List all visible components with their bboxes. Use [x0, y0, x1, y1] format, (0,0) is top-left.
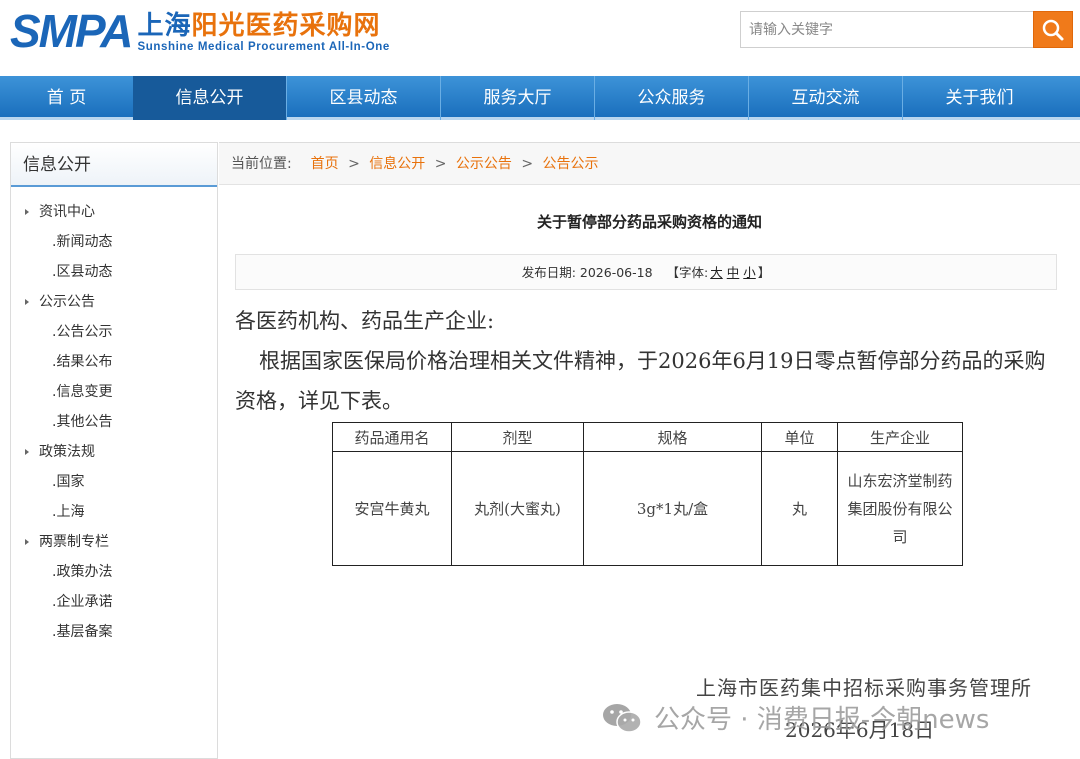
table-header: 单位 [761, 422, 838, 452]
article-meta: 发布日期: 2026-06-18 【字体: 大中小】 [235, 254, 1057, 290]
table-header: 剂型 [451, 422, 584, 452]
search-button[interactable] [1033, 11, 1073, 48]
nav-about-us[interactable]: 关于我们 [903, 76, 1056, 120]
sidebar-item-info-changes[interactable]: .信息变更 [11, 377, 217, 407]
sidebar-category-policies[interactable]: 政策法规 [11, 437, 217, 467]
sidebar-item-policy-measures[interactable]: .政策办法 [11, 557, 217, 587]
watermark-text: 公众号 · 消费日报-今朝news [654, 705, 990, 735]
table-cell: 丸剂(大蜜丸) [451, 451, 584, 566]
sidebar-item-notices[interactable]: .公告公示 [11, 317, 217, 347]
sidebar-menu: 资讯中心 .新闻动态 .区县动态 公示公告 .公告公示 .结果公布 .信息变更 … [11, 187, 217, 647]
triangle-right-icon [25, 449, 29, 455]
table-cell: 3g*1丸/盒 [583, 451, 762, 566]
breadcrumb-home[interactable]: 首页 [311, 156, 339, 172]
search-input[interactable] [740, 11, 1033, 48]
sidebar-item-results[interactable]: .结果公布 [11, 347, 217, 377]
table-row: 安宫牛黄丸 丸剂(大蜜丸) 3g*1丸/盒 丸 山东宏济堂制药集团股份有限公司 [332, 451, 963, 566]
sidebar: 信息公开 资讯中心 .新闻动态 .区县动态 公示公告 .公告公示 .结果公布 .… [10, 142, 218, 759]
breadcrumb-announcements[interactable]: 公示公告 [456, 156, 512, 172]
triangle-right-icon [25, 539, 29, 545]
publish-date-label: 发布日期: [521, 265, 576, 280]
breadcrumb-notices[interactable]: 公告公示 [543, 156, 599, 172]
sidebar-item-national[interactable]: .国家 [11, 467, 217, 497]
sidebar-item-enterprise-commitment[interactable]: .企业承诺 [11, 587, 217, 617]
main-nav: 首 页 信息公开 区县动态 服务大厅 公众服务 互动交流 关于我们 [0, 76, 1080, 120]
site-header: SMPA 上海阳光医药采购网 Sunshine Medical Procurem… [0, 0, 1080, 76]
sidebar-item-grassroots-filing[interactable]: .基层备案 [11, 617, 217, 647]
table-cell: 丸 [761, 451, 838, 566]
nav-district-news[interactable]: 区县动态 [287, 76, 440, 120]
issuing-organization: 上海市医药集中招标采购事务管理所 [696, 676, 1032, 700]
drug-table: 药品通用名 剂型 规格 单位 生产企业 安宫牛黄丸 丸剂(大蜜丸) 3g*1丸/… [332, 422, 963, 566]
sidebar-item-news[interactable]: .新闻动态 [11, 227, 217, 257]
nav-info-disclosure[interactable]: 信息公开 [133, 76, 286, 120]
triangle-right-icon [25, 299, 29, 305]
table-header: 药品通用名 [332, 422, 452, 452]
table-header-row: 药品通用名 剂型 规格 单位 生产企业 [332, 422, 963, 452]
nav-home[interactable]: 首 页 [0, 76, 133, 120]
sidebar-item-district-news[interactable]: .区县动态 [11, 257, 217, 287]
breadcrumb-prefix: 当前位置: [231, 156, 292, 172]
breadcrumb-info-disclosure[interactable]: 信息公开 [369, 156, 425, 172]
logo-mark: SMPA [10, 5, 133, 57]
table-cell: 山东宏济堂制药集团股份有限公司 [837, 451, 963, 566]
article-title: 关于暂停部分药品采购资格的通知 [536, 213, 762, 231]
logo-chinese-name: 上海阳光医药采购网 [137, 11, 381, 41]
search-bar [740, 11, 1073, 48]
table-cell: 安宫牛黄丸 [332, 451, 452, 566]
article-salutation: 各医药机构、药品生产企业: [235, 309, 495, 333]
search-icon [1042, 19, 1064, 40]
font-size-small[interactable]: 小 [743, 265, 756, 280]
article-paragraph: 根据国家医保局价格治理相关文件精神，于2026年6月19日零点暂停部分药品的采购… [235, 349, 1046, 413]
nav-public-service[interactable]: 公众服务 [595, 76, 748, 120]
font-size-medium[interactable]: 中 [727, 265, 740, 280]
breadcrumb: 当前位置: 首页 > 信息公开 > 公示公告 > 公告公示 [219, 143, 1080, 185]
sidebar-category-announcements[interactable]: 公示公告 [11, 287, 217, 317]
table-header: 规格 [583, 422, 762, 452]
site-logo[interactable]: SMPA 上海阳光医药采购网 Sunshine Medical Procurem… [10, 4, 390, 54]
nav-interaction[interactable]: 互动交流 [749, 76, 902, 120]
font-size-large[interactable]: 大 [710, 265, 723, 280]
watermark: 公众号 · 消费日报-今朝news [602, 699, 989, 736]
main-content: 当前位置: 首页 > 信息公开 > 公示公告 > 公告公示 关于暂停部分药品采购… [219, 142, 1080, 759]
sidebar-category-news-center[interactable]: 资讯中心 [11, 197, 217, 227]
sidebar-item-other-notices[interactable]: .其他公告 [11, 407, 217, 437]
nav-service-hall[interactable]: 服务大厅 [441, 76, 594, 120]
table-header: 生产企业 [837, 422, 963, 452]
sidebar-title: 信息公开 [11, 143, 217, 187]
publish-date: 2026-06-18 [579, 265, 653, 280]
sidebar-category-two-invoice[interactable]: 两票制专栏 [11, 527, 217, 557]
sidebar-item-shanghai[interactable]: .上海 [11, 497, 217, 527]
wechat-icon [603, 703, 642, 733]
triangle-right-icon [25, 209, 29, 215]
font-size-label: 【字体: [666, 265, 709, 280]
logo-english-name: Sunshine Medical Procurement All-In-One [137, 41, 390, 53]
article-body: 各医药机构、药品生产企业: 根据国家医保局价格治理相关文件精神，于2026年6月… [235, 303, 1065, 421]
